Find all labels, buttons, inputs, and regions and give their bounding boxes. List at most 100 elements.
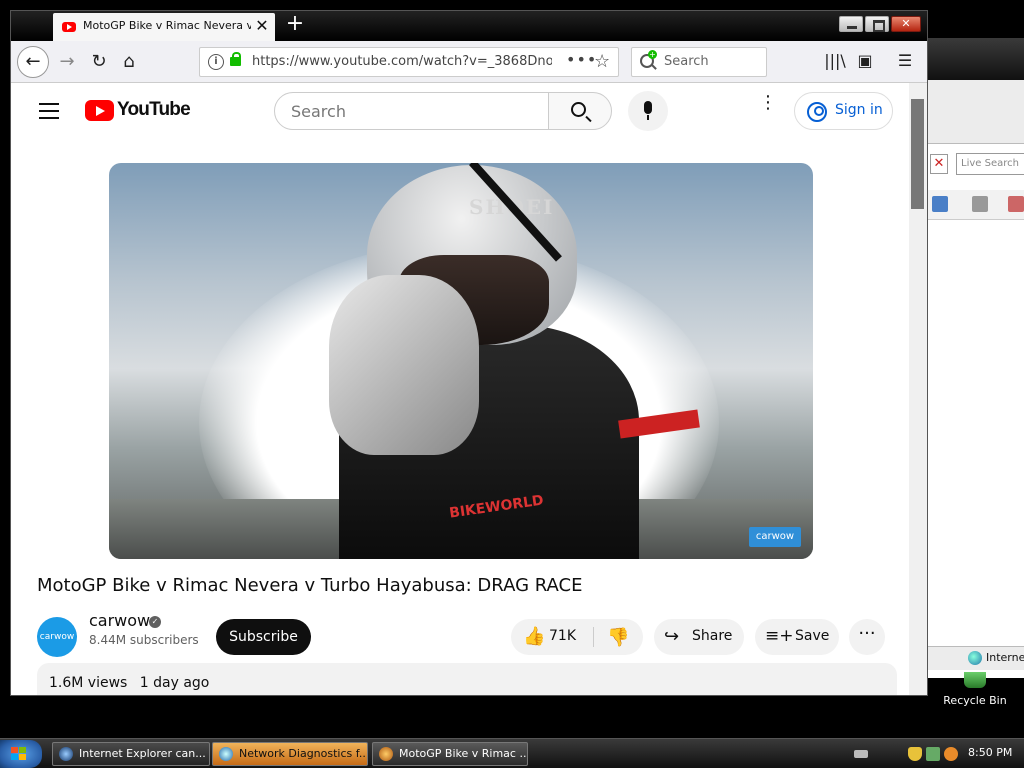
video-meta: 1.6M views 1 day ago <box>49 675 209 691</box>
channel-watermark[interactable]: carwow <box>749 527 801 547</box>
taskbar: Internet Explorer can... Network Diagnos… <box>0 738 1024 768</box>
hamburger-menu-icon[interactable]: ☰ <box>893 51 917 73</box>
mail-icon[interactable] <box>1008 196 1024 212</box>
settings-kebab-icon[interactable]: ⋮ <box>759 94 777 123</box>
reload-button[interactable]: ↻ <box>85 48 113 76</box>
minimize-button[interactable] <box>839 16 863 32</box>
clock[interactable]: 8:50 PM <box>968 746 1012 759</box>
tab-title: MotoGP Bike v Rimac Nevera v Turbo Hayab… <box>83 19 251 32</box>
library-icon[interactable]: |||\ <box>823 51 847 73</box>
background-ie-window[interactable]: ✕ Live Search Internet <box>928 38 1024 678</box>
navigation-toolbar: ← → ↻ ⌂ i https://www.youtube.com/watch?… <box>11 41 927 83</box>
taskbar-item-label: Internet Explorer can... <box>79 747 206 760</box>
taskbar-item-network-diagnostics[interactable]: Network Diagnostics f... <box>212 742 368 766</box>
new-tab-button[interactable]: + <box>283 13 307 37</box>
youtube-logo[interactable]: YouTube <box>85 99 191 122</box>
view-count: 1.6M views <box>49 675 128 691</box>
dislike-button[interactable]: 👍 <box>595 619 643 655</box>
scrollbar-thumb[interactable] <box>911 99 924 209</box>
firefox-window: MotoGP Bike v Rimac Nevera v Turbo Hayab… <box>10 10 928 696</box>
network-icon[interactable] <box>926 747 940 761</box>
thumbs-up-icon: 👍 <box>523 626 546 647</box>
subscriber-count: 8.44M subscribers <box>89 633 199 647</box>
share-label: Share <box>692 628 733 644</box>
zone-label: Internet <box>986 651 1024 664</box>
search-placeholder: Search <box>664 54 709 69</box>
background-status-bar: Internet <box>928 646 1024 670</box>
network-diagnostics-icon <box>219 747 233 761</box>
verified-badge-icon: ✓ <box>149 616 161 628</box>
internet-zone-icon <box>968 651 982 665</box>
security-shield-icon[interactable] <box>908 747 922 761</box>
subscribe-button[interactable]: Subscribe <box>216 619 311 655</box>
firefox-icon <box>379 747 393 761</box>
back-button[interactable]: ← <box>17 46 49 78</box>
background-stop-icon[interactable]: ✕ <box>930 154 948 174</box>
microphone-icon <box>644 101 652 114</box>
like-button[interactable]: 👍 71K <box>511 619 593 655</box>
description-box[interactable]: 1.6M views 1 day ago <box>37 663 897 695</box>
background-command-bar <box>928 190 1024 220</box>
windows-logo-icon <box>11 747 27 761</box>
search-tray-icon[interactable] <box>944 747 958 761</box>
youtube-play-icon <box>85 100 114 121</box>
youtube-search-input[interactable]: Search <box>274 92 550 130</box>
share-button[interactable]: ↪ Share <box>654 619 744 655</box>
browser-search-input[interactable]: + Search <box>631 47 767 77</box>
tab-youtube[interactable]: MotoGP Bike v Rimac Nevera v Turbo Hayab… <box>53 13 275 41</box>
search-icon <box>571 102 586 117</box>
start-button[interactable] <box>0 740 42 768</box>
voice-search-button[interactable] <box>628 91 668 131</box>
taskbar-item-label: MotoGP Bike v Rimac ... <box>399 747 528 760</box>
home-button[interactable]: ⌂ <box>115 48 143 76</box>
add-engine-icon: + <box>648 50 657 59</box>
like-count: 71K <box>549 628 576 644</box>
sign-in-label: Sign in <box>835 102 883 118</box>
youtube-wordmark: YouTube <box>117 99 191 120</box>
recycle-bin-label: Recycle Bin <box>943 694 1007 707</box>
taskbar-item-label: Network Diagnostics f... <box>239 747 368 760</box>
thumbs-down-icon: 👍 <box>607 626 630 647</box>
playlist-add-icon: ≡+ <box>765 626 794 646</box>
more-actions-button[interactable]: ··· <box>849 619 885 655</box>
lock-icon[interactable] <box>230 52 241 66</box>
bookmark-star-icon[interactable]: ☆ <box>594 51 610 72</box>
keyboard-icon[interactable] <box>854 750 868 758</box>
upload-date: 1 day ago <box>139 675 210 691</box>
forward-button[interactable]: → <box>53 48 81 76</box>
background-window-toolbar: ✕ Live Search <box>928 80 1024 175</box>
recycle-bin-icon <box>964 672 986 688</box>
address-bar[interactable]: i https://www.youtube.com/watch?v=_3868D… <box>199 47 619 77</box>
background-window-titlebar[interactable] <box>928 38 1024 80</box>
ie-icon <box>59 747 73 761</box>
feeds-icon[interactable] <box>972 196 988 212</box>
background-live-search[interactable]: Live Search <box>956 153 1024 175</box>
youtube-favicon-icon <box>62 22 76 32</box>
sidebar-icon[interactable]: ▣ <box>853 51 877 73</box>
taskbar-item-ie[interactable]: Internet Explorer can... <box>52 742 210 766</box>
guide-menu-icon[interactable] <box>39 103 59 119</box>
system-tray: 8:50 PM <box>850 739 1024 768</box>
maximize-button[interactable] <box>865 16 889 32</box>
sign-in-button[interactable]: Sign in <box>794 92 893 130</box>
youtube-search-button[interactable] <box>548 92 612 130</box>
recycle-bin[interactable]: Recycle Bin <box>940 672 1010 707</box>
site-info-icon[interactable]: i <box>208 54 224 70</box>
save-button[interactable]: ≡+ Save <box>755 619 839 655</box>
save-label: Save <box>795 628 830 644</box>
video-player[interactable]: SHOEI BIKEWORLD carwow <box>109 163 813 559</box>
video-title: MotoGP Bike v Rimac Nevera v Turbo Hayab… <box>37 575 583 596</box>
channel-name[interactable]: carwow <box>89 611 150 630</box>
page-scrollbar[interactable] <box>909 83 927 695</box>
video-rider: SHOEI <box>329 163 700 559</box>
tab-strip: MotoGP Bike v Rimac Nevera v Turbo Hayab… <box>11 11 927 41</box>
close-window-button[interactable] <box>891 16 921 32</box>
home-icon[interactable] <box>932 196 948 212</box>
youtube-search-placeholder: Search <box>291 102 346 121</box>
url-input[interactable]: https://www.youtube.com/watch?v=_3868Dno… <box>252 54 552 69</box>
tab-close-icon[interactable]: ✕ <box>253 16 271 36</box>
taskbar-item-firefox[interactable]: MotoGP Bike v Rimac ... <box>372 742 528 766</box>
page-actions-icon[interactable]: ••• <box>566 50 597 69</box>
share-icon: ↪ <box>664 626 680 647</box>
channel-avatar[interactable]: carwow <box>37 617 77 657</box>
